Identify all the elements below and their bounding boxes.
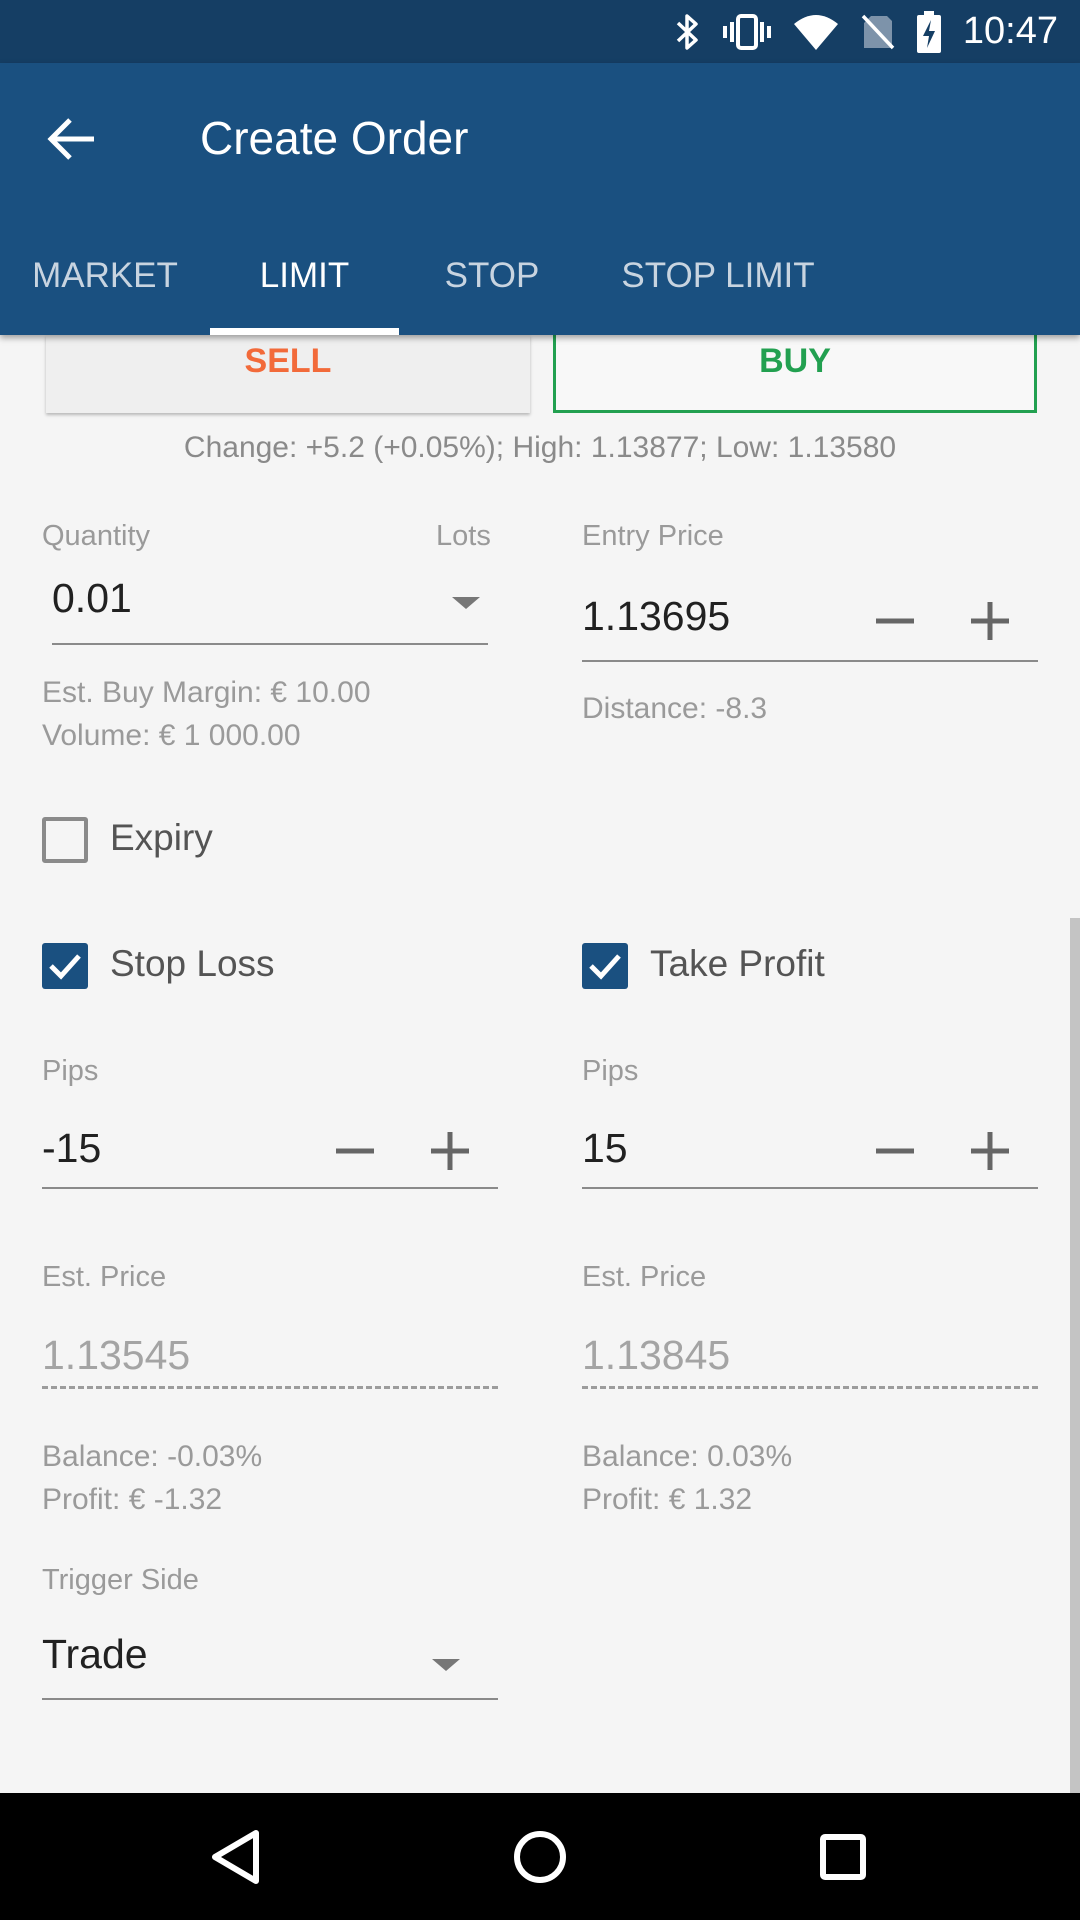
take-profit-label: Take Profit <box>650 943 825 984</box>
stop-loss-checkbox-row[interactable]: Stop Loss <box>42 943 382 1003</box>
take-profit-est-price-underline <box>582 1386 1038 1389</box>
checkmark-icon <box>49 954 81 980</box>
stop-loss-pips-label: Pips <box>42 1055 99 1087</box>
entry-price-label: Entry Price <box>582 520 724 552</box>
stop-loss-balance: Balance: -0.03% <box>42 1440 263 1473</box>
quantity-unit-label: Lots <box>436 520 491 552</box>
expiry-checkbox[interactable] <box>42 817 88 863</box>
take-profit-est-price-label: Est. Price <box>582 1261 707 1293</box>
tab-stop[interactable]: STOP <box>430 251 554 335</box>
quantity-value: 0.01 <box>52 575 132 621</box>
home-circle-icon <box>514 1831 566 1883</box>
volume: Volume: € 1 000.00 <box>42 719 301 752</box>
stop-loss-est-price-underline <box>42 1386 498 1389</box>
app-bar: Create Order MARKET LIMIT STOP STOP LIMI… <box>0 63 1080 335</box>
recents-square-icon <box>820 1834 866 1880</box>
take-profit-pips-increase-button[interactable] <box>960 1121 1020 1181</box>
take-profit-pips-underline <box>582 1187 1038 1189</box>
status-bar: 10:47 <box>0 0 1080 63</box>
stop-loss-pips-input[interactable]: -15 <box>42 1125 101 1172</box>
stop-loss-est-price-input[interactable]: 1.13545 <box>42 1332 190 1379</box>
nav-recents-button[interactable] <box>799 1813 887 1901</box>
take-profit-balance: Balance: 0.03% <box>582 1440 793 1473</box>
stop-loss-pips-increase-button[interactable] <box>420 1121 480 1181</box>
market-info: Change: +5.2 (+0.05%); High: 1.13877; Lo… <box>183 431 897 464</box>
stop-loss-checkbox[interactable] <box>42 943 88 989</box>
checkmark-icon <box>589 954 621 980</box>
nav-back-button[interactable] <box>193 1813 281 1901</box>
tab-limit[interactable]: LIMIT <box>210 251 399 335</box>
take-profit-pips-label: Pips <box>582 1055 639 1087</box>
quantity-underline <box>52 643 488 645</box>
take-profit-pips-input[interactable]: 15 <box>582 1125 628 1172</box>
trigger-side-underline <box>42 1698 498 1700</box>
sell-button[interactable]: SELL <box>46 335 530 413</box>
nav-home-button[interactable] <box>496 1813 584 1901</box>
wifi-icon <box>793 14 838 50</box>
chevron-down-icon <box>452 597 480 609</box>
trigger-side-label: Trigger Side <box>42 1564 199 1596</box>
no-sim-icon <box>861 14 895 49</box>
expiry-label: Expiry <box>110 817 213 858</box>
tab-stop-limit[interactable]: STOP LIMIT <box>606 251 830 335</box>
status-time: 10:47 <box>962 10 1058 52</box>
plus-icon <box>971 602 1009 640</box>
quantity-dropdown[interactable]: 0.01 <box>52 575 488 647</box>
order-form: SELL BUY Change: +5.2 (+0.05%); High: 1.… <box>0 335 1080 1818</box>
back-button[interactable] <box>40 107 104 171</box>
minus-icon <box>336 1148 374 1154</box>
tab-market[interactable]: MARKET <box>24 251 186 335</box>
expiry-checkbox-row[interactable]: Expiry <box>42 817 342 877</box>
bluetooth-icon <box>676 13 698 50</box>
scrollbar[interactable] <box>1070 918 1080 1818</box>
take-profit-checkbox-row[interactable]: Take Profit <box>582 943 942 1003</box>
stop-loss-profit: Profit: € -1.32 <box>42 1483 223 1516</box>
plus-icon <box>971 1132 1009 1170</box>
chevron-down-icon <box>432 1659 460 1671</box>
back-triangle-icon <box>212 1830 259 1884</box>
active-tab-indicator <box>210 328 399 335</box>
stop-loss-label: Stop Loss <box>110 943 275 984</box>
stop-loss-pips-underline <box>42 1187 498 1189</box>
status-icons: 10:47 <box>675 0 1058 63</box>
vibrate-icon <box>722 13 771 50</box>
entry-price-underline <box>582 660 1038 662</box>
take-profit-pips-decrease-button[interactable] <box>865 1121 925 1181</box>
stop-loss-pips-decrease-button[interactable] <box>325 1121 385 1181</box>
battery-charging-icon <box>916 10 941 53</box>
minus-icon <box>876 618 914 624</box>
take-profit-checkbox[interactable] <box>582 943 628 989</box>
minus-icon <box>876 1148 914 1154</box>
plus-icon <box>431 1132 469 1170</box>
entry-price-input[interactable]: 1.13695 <box>582 593 730 640</box>
buy-button[interactable]: BUY <box>553 335 1037 413</box>
navigation-bar <box>0 1793 1080 1920</box>
entry-price-increase-button[interactable] <box>960 591 1020 651</box>
entry-price-decrease-button[interactable] <box>865 591 925 651</box>
trigger-side-dropdown[interactable]: Trade <box>42 1625 498 1701</box>
stop-loss-est-price-label: Est. Price <box>42 1261 167 1293</box>
arrow-left-icon <box>47 118 94 160</box>
page-title: Create Order <box>200 112 469 164</box>
est-buy-margin: Est. Buy Margin: € 10.00 <box>42 676 371 709</box>
quantity-label: Quantity <box>42 520 150 552</box>
entry-distance: Distance: -8.3 <box>582 692 768 725</box>
take-profit-est-price-input[interactable]: 1.13845 <box>582 1332 730 1379</box>
trigger-side-value: Trade <box>42 1631 148 1677</box>
take-profit-profit: Profit: € 1.32 <box>582 1483 753 1516</box>
